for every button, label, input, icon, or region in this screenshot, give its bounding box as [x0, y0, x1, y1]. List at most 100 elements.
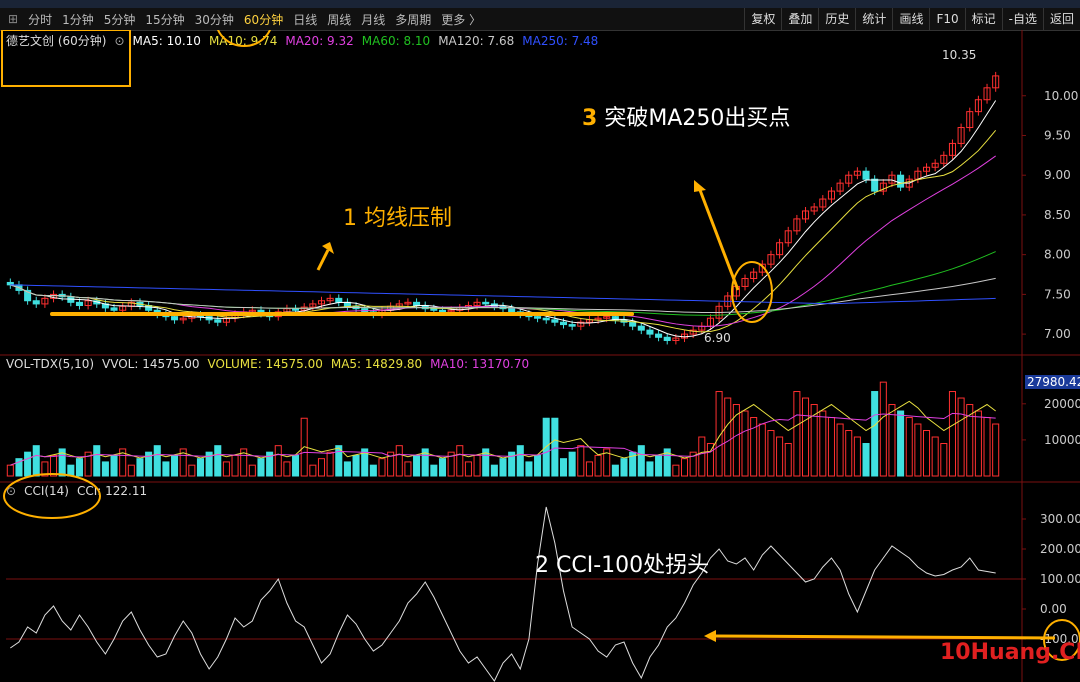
vol-bar-71 [620, 458, 628, 477]
vol-bar-26 [231, 454, 239, 477]
annotation-breakout-num: 3 [582, 106, 598, 131]
candle-24 [214, 319, 222, 323]
period-tabs: ⊞ 分时 1分钟 5分钟 15分钟 30分钟 60分钟 日线 周线 月线 多周期 更多 〉 [0, 11, 486, 28]
vol-bar-80 [698, 436, 706, 477]
period-tab-0[interactable]: 分时 [23, 11, 57, 28]
vol-bar-28 [248, 464, 256, 477]
candle-76 [663, 336, 671, 341]
name-highlight-box [1, 30, 131, 87]
vol-bar-3 [32, 445, 40, 477]
candle-19 [171, 316, 179, 321]
grid-icon[interactable]: ⊞ [0, 12, 23, 26]
vol-bar-96 [836, 423, 844, 477]
toolbar-button-2[interactable]: 历史 [818, 8, 855, 30]
annotation-ma-pressure: 1 均线压制 [343, 206, 452, 231]
vol-max-label: 27980.42 [1025, 375, 1080, 389]
vol-bar-36 [317, 458, 326, 477]
candle-33 [292, 308, 300, 311]
period-tab-7[interactable]: 周线 [322, 11, 356, 28]
vol-bar-109 [948, 391, 956, 477]
vol-bar-37 [326, 451, 334, 477]
vol-bar-104 [905, 417, 913, 477]
vol-bar-47 [413, 454, 421, 477]
vol-bar-92 [801, 397, 810, 477]
toolbar-button-7[interactable]: -自选 [1001, 8, 1043, 30]
candle-61 [534, 316, 542, 319]
toolbar-button-5[interactable]: F10 [929, 8, 964, 30]
candle-58 [508, 308, 516, 313]
vol-tick-label-0: 10000 [1044, 433, 1080, 447]
vol-bar-10 [93, 445, 101, 477]
candle-8 [75, 301, 83, 307]
vol-tick-label-1: 20000 [1044, 397, 1080, 411]
vol-bar-91 [793, 391, 801, 477]
period-tab-4[interactable]: 30分钟 [190, 11, 239, 28]
vol-bar-31 [274, 445, 282, 477]
vol-bar-49 [430, 464, 438, 477]
period-circle [217, 30, 271, 47]
vol-bar-18 [162, 461, 170, 477]
price-tick-label-4: 9.00 [1044, 168, 1071, 182]
candle-47 [413, 301, 421, 307]
toolbar-button-4[interactable]: 画线 [892, 8, 929, 30]
vol-bar-63 [551, 417, 559, 477]
candle-73 [637, 325, 645, 331]
vol-bar-57 [499, 458, 507, 477]
cci-line [10, 506, 996, 682]
price-tick-label-5: 9.50 [1044, 128, 1071, 142]
vol-bar-25 [222, 461, 230, 477]
toolbar-button-1[interactable]: 叠加 [781, 8, 818, 30]
vol-bar-39 [343, 461, 351, 477]
vol-bar-50 [438, 458, 447, 477]
period-tab-1[interactable]: 1分钟 [57, 11, 99, 28]
candle-75 [655, 333, 663, 338]
arrow-cci-head [704, 630, 716, 642]
period-tab-6[interactable]: 日线 [288, 11, 322, 28]
vol-bar-103 [897, 410, 905, 477]
period-tab-9[interactable]: 多周期 [390, 11, 436, 28]
vol-bar-95 [827, 417, 835, 477]
vol-bar-68 [594, 454, 602, 477]
toolbar-button-6[interactable]: 标记 [964, 8, 1002, 30]
vol-bar-15 [136, 458, 144, 477]
period-tab-5[interactable]: 60分钟 [239, 11, 288, 28]
vol-bar-5 [50, 454, 58, 477]
vol-bar-98 [853, 436, 861, 477]
vol-bar-61 [534, 454, 542, 477]
vol-bar-106 [923, 430, 931, 477]
vol-bar-114 [992, 423, 1000, 477]
period-tab-8[interactable]: 月线 [356, 11, 390, 28]
arrow-breakout [698, 189, 740, 291]
vol-bar-56 [490, 464, 498, 477]
vol-bar-73 [637, 445, 645, 477]
period-tab-3[interactable]: 15分钟 [140, 11, 189, 28]
period-tab-2[interactable]: 5分钟 [99, 11, 141, 28]
vol-bar-53 [464, 461, 472, 477]
vol-bar-101 [879, 381, 887, 477]
vol-bar-107 [931, 436, 939, 477]
annotation-breakout: 3 突破MA250出买点 [582, 100, 790, 132]
vol-bar-14 [127, 464, 135, 477]
period-tab-10[interactable]: 更多 〉 [436, 11, 486, 28]
vol-bar-8 [75, 458, 83, 477]
toolbar-button-8[interactable]: 返回 [1042, 8, 1080, 30]
candle-72 [629, 321, 637, 327]
vol-bar-90 [784, 443, 792, 477]
vol-bar-40 [352, 454, 360, 477]
cci-tick-label-4: 300.00 [1040, 512, 1080, 526]
vol-bar-65 [568, 451, 576, 477]
candle-103 [897, 174, 905, 188]
vol-bar-21 [188, 464, 196, 477]
vol-bar-110 [957, 397, 965, 477]
candle-100 [871, 178, 879, 192]
price-tick-label-6: 10.00 [1044, 89, 1078, 103]
vol-bar-11 [101, 461, 109, 477]
vol-bar-17 [153, 445, 161, 477]
vol-bar-43 [378, 458, 386, 477]
toolbar-button-3[interactable]: 统计 [855, 8, 892, 30]
candle-65 [568, 324, 576, 327]
candle-99 [862, 170, 870, 180]
low-price-label: 6.90 [704, 331, 731, 345]
toolbar-button-0[interactable]: 复权 [744, 8, 781, 30]
vol-bar-75 [655, 454, 663, 477]
